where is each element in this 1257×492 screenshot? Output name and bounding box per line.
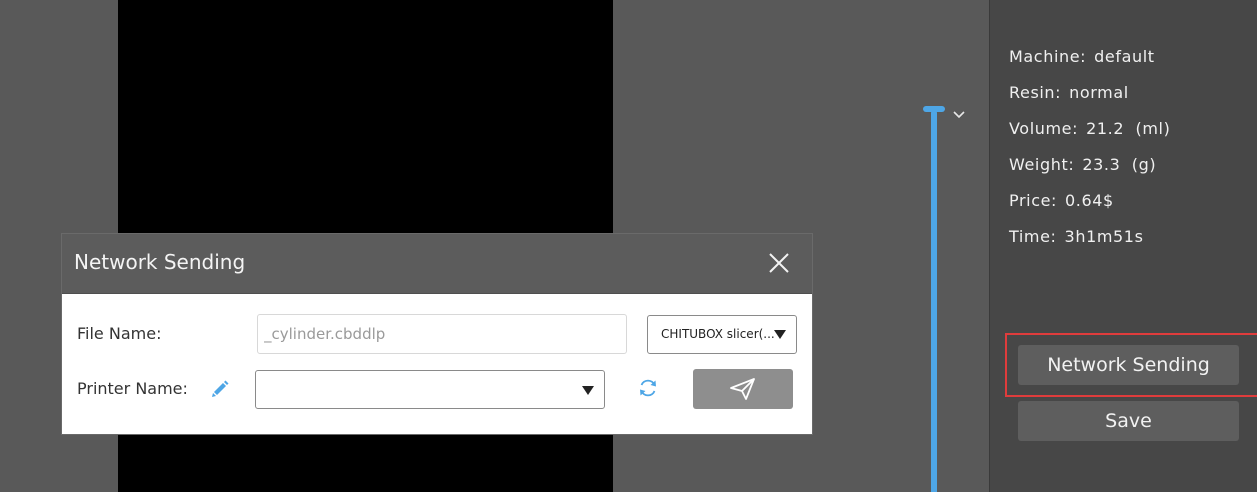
info-volume: Volume: 21.2 (ml) [1009,117,1170,153]
info-resin-label: Resin: [1009,83,1062,102]
file-format-value: CHITUBOX slicer(... [661,327,775,341]
save-button[interactable]: Save [1018,401,1239,441]
dropdown-arrow-icon [582,386,594,395]
network-sending-button[interactable]: Network Sending [1018,345,1239,385]
dialog-title: Network Sending [74,250,246,274]
info-machine-value: default [1094,47,1155,66]
layer-slider-handle[interactable] [923,106,945,112]
file-name-input[interactable] [257,314,627,354]
info-time: Time: 3h1m51s [1009,225,1170,261]
info-machine: Machine: default [1009,45,1170,81]
info-resin-value: normal [1069,83,1129,102]
file-format-select[interactable]: CHITUBOX slicer(... [647,315,797,354]
file-name-label: File Name: [77,324,162,343]
info-resin: Resin: normal [1009,81,1170,117]
send-button[interactable] [693,369,793,409]
info-time-value: 3h1m51s [1064,227,1144,246]
chevron-down-icon[interactable] [951,108,967,122]
info-weight: Weight: 23.3 (g) [1009,153,1170,189]
slice-info-list: Machine: default Resin: normal Volume: 21.2… [1009,45,1170,261]
layer-slider-track[interactable] [931,110,937,492]
info-machine-label: Machine: [1009,47,1087,66]
app-window: Machine: default Resin: normal Volume: 21.2… [0,0,1257,492]
refresh-icon[interactable] [637,377,659,399]
info-weight-value: 23.3 (g) [1082,155,1157,174]
info-weight-label: Weight: [1009,155,1075,174]
paper-plane-icon [730,378,755,400]
info-volume-value: 21.2 (ml) [1086,119,1171,138]
slice-info-panel: Machine: default Resin: normal Volume: 21.2… [989,0,1257,492]
dialog-header: Network Sending [62,234,812,294]
info-price: Price: 0.64$ [1009,189,1170,225]
dropdown-arrow-icon [774,330,786,339]
close-icon[interactable] [766,250,792,276]
network-sending-dialog: Network Sending File Name: CHITUBOX slic… [62,234,812,434]
pencil-icon[interactable] [210,379,230,399]
info-time-label: Time: [1009,227,1057,246]
printer-name-select[interactable] [255,370,605,409]
info-volume-label: Volume: [1009,119,1079,138]
info-price-value: 0.64$ [1065,191,1114,210]
printer-name-label: Printer Name: [77,379,188,398]
info-price-label: Price: [1009,191,1058,210]
